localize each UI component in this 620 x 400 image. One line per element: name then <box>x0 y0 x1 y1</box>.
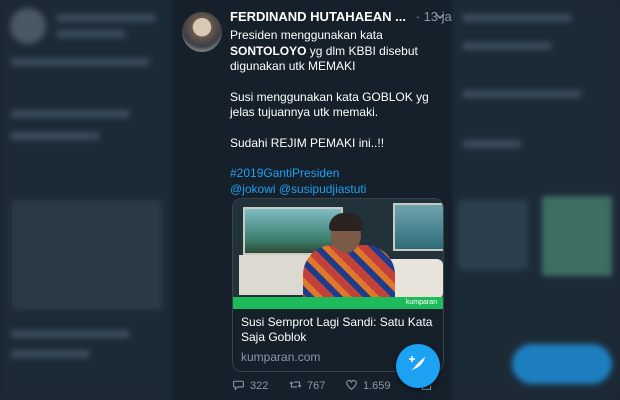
reply-count: 322 <box>250 380 269 392</box>
tweet-line: digunakan utk MEMAKI <box>230 59 356 73</box>
tweet-line: yg dlm KBBI disebut <box>306 43 418 58</box>
reply-button[interactable]: 322 <box>232 378 268 394</box>
like-count: 1.659 <box>363 380 391 392</box>
retweet-count: 767 <box>307 380 326 392</box>
hashtag-link[interactable]: #2019GantiPresiden <box>230 166 339 180</box>
chevron-down-icon[interactable] <box>435 11 445 24</box>
tweet-text: Presiden menggunakan kata SONTOLOYO yg d… <box>230 28 445 197</box>
tweet-header: FERDINAND HUTAHAEAN ... · 13 jam <box>230 9 452 27</box>
author-name[interactable]: FERDINAND HUTAHAEAN ... <box>230 9 406 24</box>
card-title: Susi Semprot Lagi Sandi: Satu Kata Saja … <box>241 315 433 344</box>
card-image: kumparan <box>233 199 443 309</box>
compose-tweet-button[interactable] <box>396 344 440 388</box>
blurred-right-panel <box>452 0 620 400</box>
tweet-line: Presiden menggunakan kata <box>230 28 383 42</box>
mention-link[interactable]: @susipudjiastuti <box>279 182 367 196</box>
compose-icon <box>407 353 429 380</box>
retweet-button[interactable]: 767 <box>289 378 325 394</box>
tweet-line: Sudahi REJIM PEMAKI ini..!! <box>230 135 385 150</box>
card-domain: kumparan.com <box>241 350 321 364</box>
avatar[interactable] <box>182 12 222 52</box>
reply-icon <box>232 378 245 394</box>
tweet-bold-word: SONTOLOYO <box>230 43 307 58</box>
like-icon <box>345 378 358 394</box>
mention-link[interactable]: @jokowi <box>230 182 276 196</box>
retweet-icon <box>289 378 302 394</box>
card-brand-logo: kumparan <box>405 299 437 306</box>
tweet-line: jelas tujuannya utk memaki. <box>230 105 379 119</box>
tweet-line: Susi menggunakan kata GOBLOK yg <box>230 89 429 104</box>
like-button[interactable]: 1.659 <box>345 378 391 394</box>
blurred-left-panel <box>0 0 172 400</box>
tweet[interactable]: FERDINAND HUTAHAEAN ... · 13 jam Preside… <box>172 0 452 400</box>
